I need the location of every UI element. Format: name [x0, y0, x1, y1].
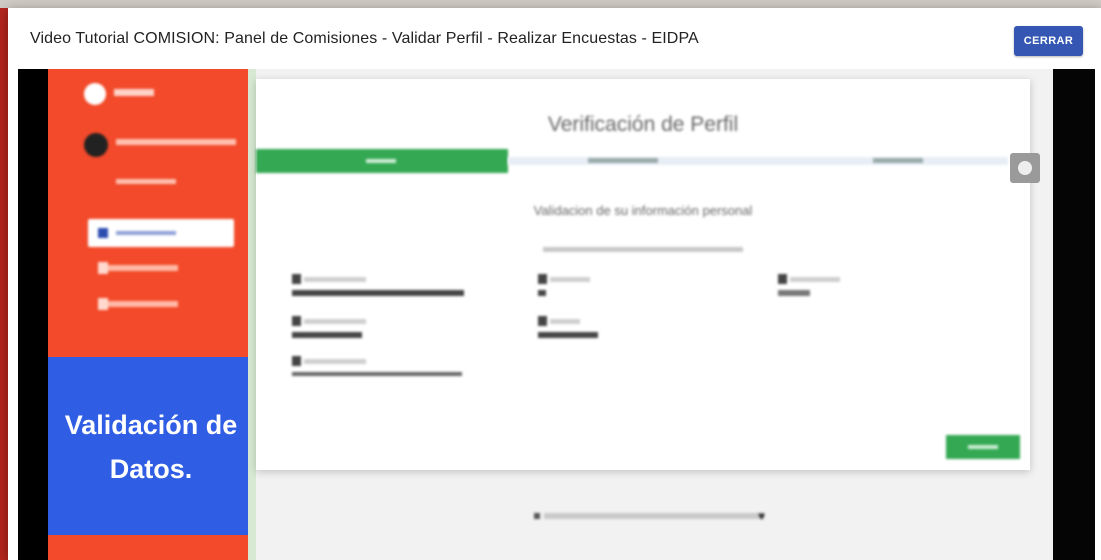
- video-right-bar: [1053, 69, 1095, 560]
- video-app-content-stripe: [248, 69, 256, 560]
- video-tutorial-modal: Video Tutorial COMISION: Panel de Comisi…: [8, 8, 1101, 560]
- section-subtitle-placeholder: [543, 247, 743, 252]
- app-logo-text: [114, 89, 154, 96]
- profile-field-phone: [292, 316, 366, 338]
- video-app-sidebar: Validación de Datos.: [48, 69, 248, 560]
- profile-field-id: [538, 316, 598, 338]
- heart-icon: ♥: [758, 509, 766, 523]
- section-title: Validacion de su información personal: [533, 203, 753, 218]
- background-page-strip: [0, 0, 1101, 8]
- settings-gear-icon: [1010, 153, 1040, 183]
- modal-header: Video Tutorial COMISION: Panel de Comisi…: [8, 8, 1101, 66]
- profile-field-name: [292, 274, 464, 296]
- modal-title: Video Tutorial COMISION: Panel de Comisi…: [30, 30, 699, 47]
- sidebar-active-item: [88, 219, 234, 247]
- continue-button: [946, 435, 1020, 459]
- user-name-placeholder: [116, 139, 236, 145]
- video-caption-text: Validación de Datos.: [64, 410, 238, 484]
- stepper-track: [508, 157, 1008, 165]
- video-footer-credits: [534, 513, 764, 519]
- close-button[interactable]: CERRAR: [1014, 26, 1083, 56]
- profile-field-gender: [538, 274, 590, 296]
- sidebar-item: [98, 262, 178, 274]
- profile-verification-card: Verificación de Perfil Validacion de su …: [256, 79, 1040, 470]
- profile-field-status: [778, 274, 840, 296]
- home-icon: [98, 228, 108, 238]
- app-logo-icon: [84, 83, 106, 105]
- user-avatar-icon: [84, 133, 108, 157]
- profile-field-email: [292, 356, 462, 376]
- sidebar-item: [98, 298, 178, 310]
- video-player[interactable]: Validación de Datos. Verificación de Per…: [18, 69, 1095, 560]
- stepper-step-active: [256, 149, 508, 173]
- verification-title: Verificación de Perfil: [547, 113, 739, 136]
- user-role-placeholder: [116, 179, 176, 184]
